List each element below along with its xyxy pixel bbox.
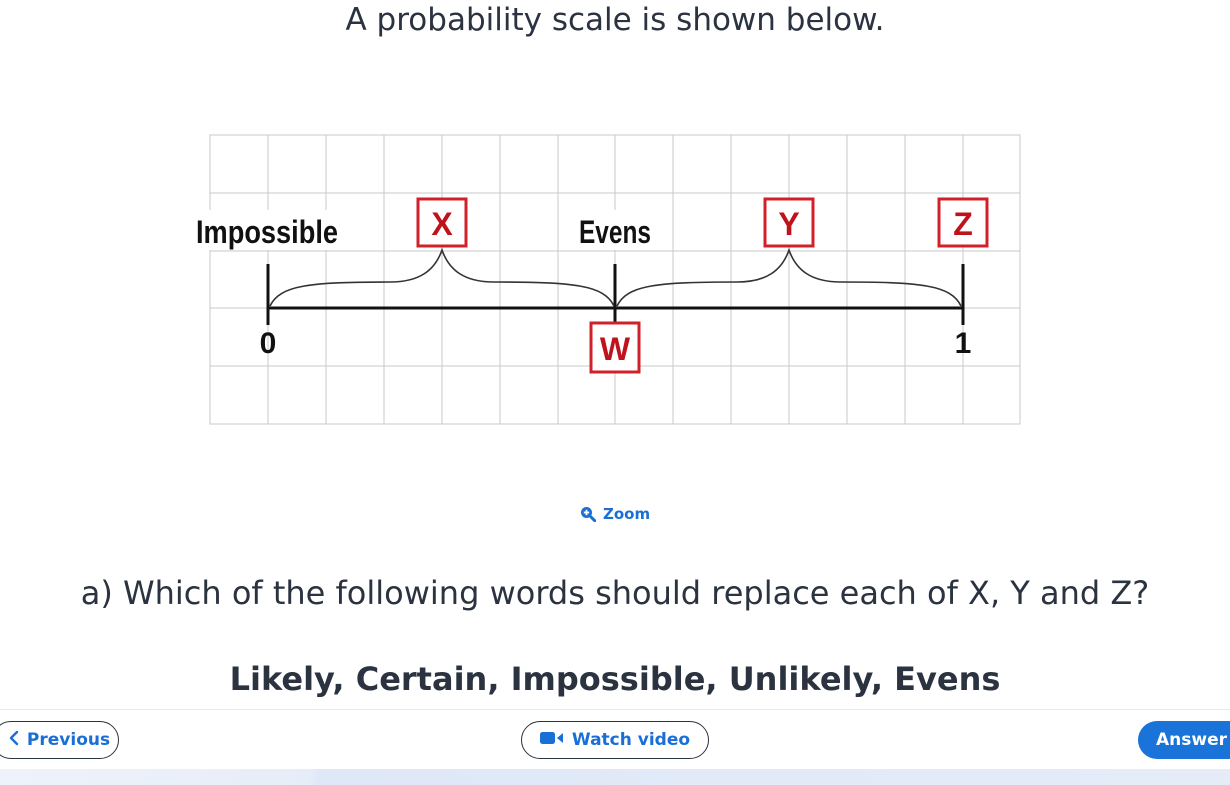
word-options: Likely, Certain, Impossible, Unlikely, E… — [229, 660, 1001, 698]
video-camera-icon — [539, 730, 564, 750]
footer-divider — [0, 709, 1230, 710]
probability-scale-diagram: Impossible Evens 0 1 X Y Z W — [190, 120, 1040, 440]
box-y-label: Y — [778, 206, 799, 242]
bottom-band — [0, 769, 1230, 785]
zoom-label: Zoom — [603, 505, 651, 523]
probability-scale-svg: Impossible Evens 0 1 X Y Z W — [194, 134, 1021, 425]
watch-video-button[interactable]: Watch video — [521, 721, 709, 759]
intro-text: A probability scale is shown below. — [345, 2, 885, 38]
box-w: W — [589, 321, 641, 374]
box-x-label: X — [431, 206, 453, 242]
previous-button[interactable]: Previous — [0, 721, 119, 759]
chevron-left-icon — [9, 730, 19, 751]
box-y: Y — [763, 197, 815, 248]
box-x: X — [416, 197, 468, 248]
box-w-label: W — [600, 331, 631, 367]
zoom-in-icon — [580, 506, 596, 522]
box-z: Z — [937, 197, 989, 248]
box-z-label: Z — [953, 206, 973, 242]
label-impossible: Impossible — [196, 214, 338, 250]
tick-label-one: 1 — [955, 327, 972, 360]
answer-label: Answer — [1156, 730, 1227, 750]
tick-label-zero: 0 — [260, 327, 277, 360]
previous-label: Previous — [26, 730, 111, 750]
zoom-button[interactable]: Zoom — [580, 505, 650, 523]
question-text: a) Which of the following words should r… — [80, 574, 1150, 612]
watch-video-label: Watch video — [571, 730, 691, 750]
label-evens: Evens — [579, 214, 651, 250]
answer-button[interactable]: Answer — [1138, 721, 1230, 759]
